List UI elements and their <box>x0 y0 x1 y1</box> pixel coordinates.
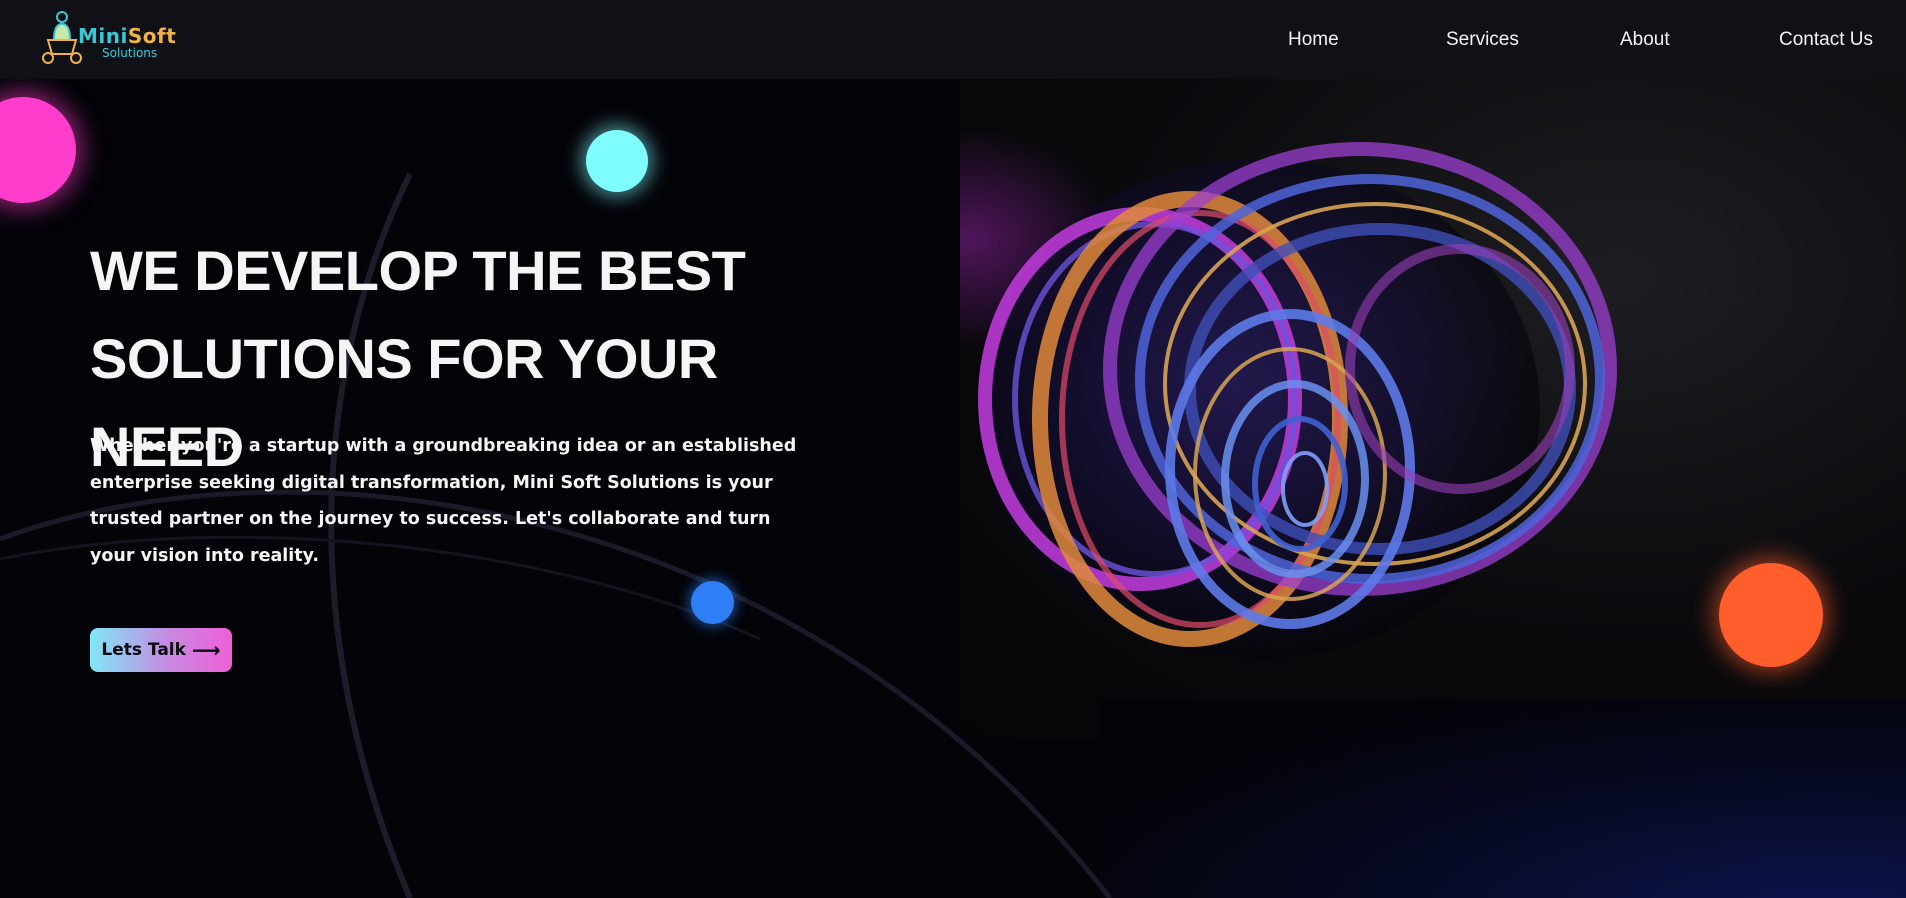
decorative-orb-cyan <box>586 130 648 192</box>
hero-section: WE DEVELOP THE BEST SOLUTIONS FOR YOUR N… <box>0 79 1906 898</box>
arrow-right-icon: ⟶ <box>191 638 221 662</box>
main-nav: Home Services About Contact Us <box>0 0 1906 79</box>
decorative-orb-blue <box>691 581 734 624</box>
nav-item-about[interactable]: About <box>1620 29 1670 51</box>
nav-item-services[interactable]: Services <box>1446 29 1519 51</box>
lets-talk-button[interactable]: Lets Talk ⟶ <box>90 628 232 672</box>
abstract-swirl-graphic <box>960 129 1617 659</box>
nav-item-home[interactable]: Home <box>1288 29 1339 51</box>
hero-heading-line1: WE DEVELOP THE BEST <box>90 239 746 302</box>
lets-talk-label: Lets Talk <box>101 640 186 660</box>
decorative-orb-orange <box>1719 563 1823 667</box>
top-navbar: MiniSoft Solutions Home Services About C… <box>0 0 1906 79</box>
hero-description: Whether you're a startup with a groundbr… <box>90 436 797 566</box>
nav-item-contact-us[interactable]: Contact Us <box>1779 29 1873 51</box>
